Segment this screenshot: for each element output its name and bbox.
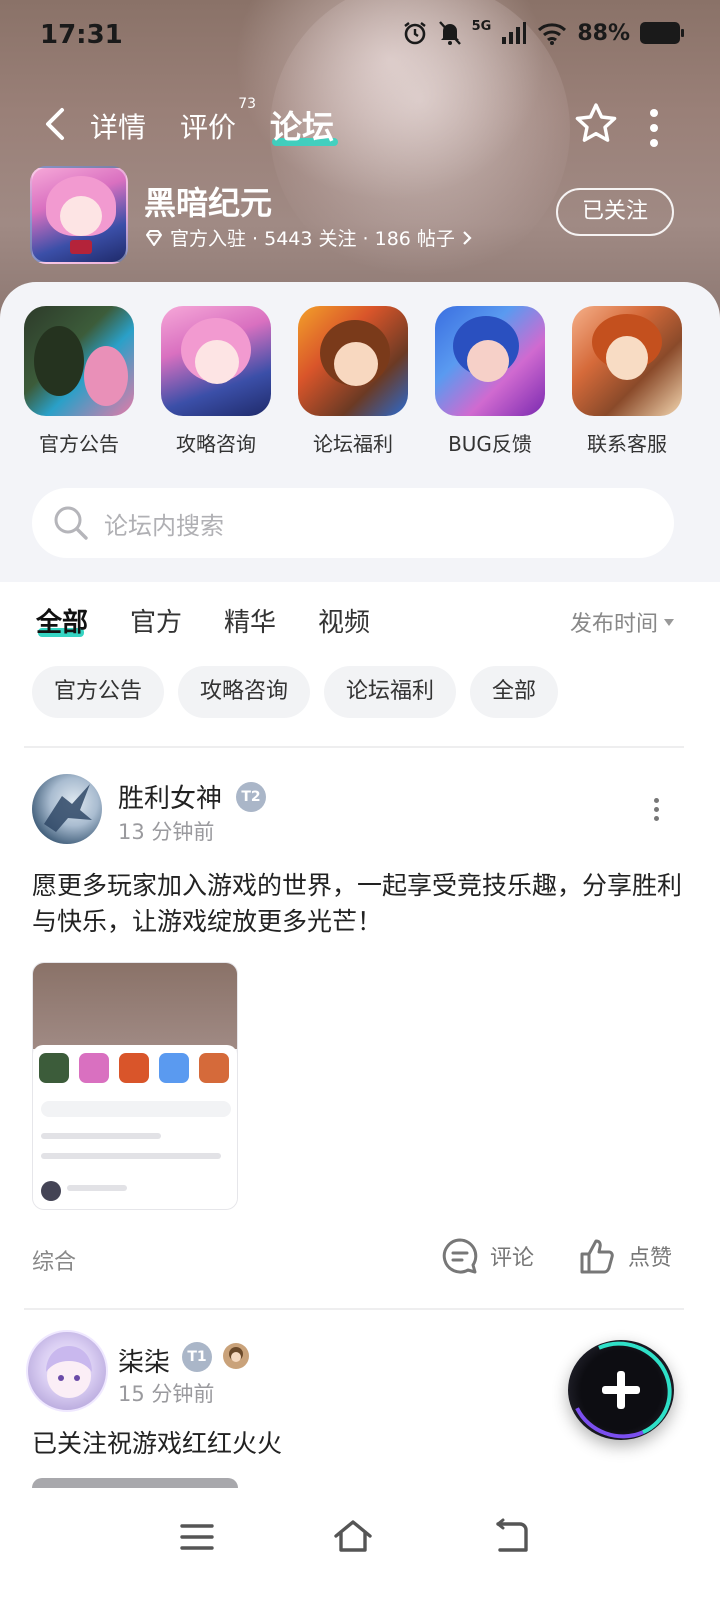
more-options-icon[interactable] — [648, 106, 660, 147]
game-meta-text: 官方入驻 · 5443 关注 · 186 帖子 — [170, 228, 455, 250]
menu-icon[interactable] — [172, 1512, 222, 1562]
post-image-thumbnail[interactable] — [32, 962, 238, 1210]
cell-signal-icon — [502, 22, 527, 44]
filter-tab-video[interactable]: 视频 — [318, 602, 370, 639]
create-post-button[interactable] — [556, 1327, 686, 1453]
forum-shortcut-panel: 官方公告 攻略咨询 论坛福利 BUG反馈 联系客服 论坛内搜索 — [0, 282, 720, 582]
shortcut-label: 论坛福利 — [313, 432, 393, 456]
status-bar: 17:31 5G 88% — [0, 0, 720, 74]
game-icon — [30, 166, 128, 264]
tab-details[interactable]: 详情 — [90, 106, 146, 146]
verified-diamond-icon — [146, 229, 162, 246]
chip-all[interactable]: 全部 — [470, 666, 559, 718]
reviews-count-badge: 73 — [238, 96, 257, 112]
post-category-tag[interactable]: 综合 — [32, 1244, 76, 1276]
user-level-badge: T2 — [236, 782, 266, 812]
filter-tab-all[interactable]: 全部 — [36, 602, 88, 639]
sort-dropdown[interactable]: 发布时间 — [570, 606, 675, 638]
post-time: 13 分钟前 — [118, 820, 215, 844]
shortcut-label: 官方公告 — [39, 432, 119, 456]
shortcut-customer-service[interactable]: 联系客服 — [572, 306, 682, 457]
post-author-avatar[interactable] — [26, 1330, 108, 1412]
shortcut-guides[interactable]: 攻略咨询 — [161, 306, 271, 457]
follow-button[interactable]: 已关注 — [556, 188, 674, 236]
post-author-name[interactable]: 柒柒 — [118, 1342, 170, 1379]
wifi-icon — [538, 23, 567, 45]
comment-icon — [442, 1238, 478, 1274]
like-label: 点赞 — [628, 1246, 673, 1271]
search-input[interactable]: 论坛内搜索 — [104, 506, 224, 541]
shortcut-bug-report[interactable]: BUG反馈 — [435, 306, 545, 457]
back-chevron-icon[interactable] — [36, 104, 76, 144]
status-icons: 5G 88% — [402, 19, 684, 46]
tab-reviews[interactable]: 评价 73 — [180, 96, 256, 146]
post-more-icon[interactable] — [652, 798, 660, 822]
dragon-avatar-art — [44, 784, 92, 832]
game-meta[interactable]: 官方入驻 · 5443 关注 · 186 帖子 — [144, 224, 473, 251]
battery-percent: 88% — [577, 20, 630, 46]
post-filter-tabs: 全部 官方 精华 视频 发布时间 — [0, 598, 720, 648]
post-time: 15 分钟前 — [118, 1382, 215, 1406]
favorite-star-icon[interactable] — [572, 100, 620, 148]
shortcut-label: 攻略咨询 — [176, 432, 256, 456]
comment-label: 评论 — [490, 1246, 535, 1271]
shortcut-guides-image — [161, 306, 271, 416]
achievement-medal-icon — [223, 1343, 249, 1369]
shortcut-bug-report-image — [435, 306, 545, 416]
filter-tab-featured[interactable]: 精华 — [224, 602, 276, 639]
battery-icon — [640, 22, 684, 44]
chip-guides[interactable]: 攻略咨询 — [178, 666, 311, 718]
shortcut-label: BUG反馈 — [448, 432, 532, 456]
comment-button[interactable]: 评论 — [440, 1236, 534, 1276]
game-title: 黑暗纪元 — [144, 184, 273, 222]
chip-announcements[interactable]: 官方公告 — [32, 666, 165, 718]
shortcut-announcements[interactable]: 官方公告 — [24, 306, 134, 457]
tab-forum[interactable]: 论坛 — [270, 102, 334, 148]
shortcut-announcements-image — [24, 306, 134, 416]
tab-reviews-label: 评价 — [180, 111, 237, 144]
filter-tab-official[interactable]: 官方 — [130, 602, 182, 639]
post-author-name[interactable]: 胜利女神 — [118, 778, 222, 815]
network-type: 5G — [471, 19, 492, 34]
game-header-banner: 17:31 5G 88% 详情 评价 73 论坛 黑暗纪元 官方入驻 · 544… — [0, 0, 720, 320]
category-chips: 官方公告 攻略咨询 论坛福利 全部 — [32, 666, 559, 718]
shortcut-benefits-image — [298, 306, 408, 416]
search-icon — [54, 506, 88, 540]
shortcut-customer-service-image — [572, 306, 682, 416]
post-body[interactable]: 愿更多玩家加入游戏的世界，一起享受竞技乐趣，分享胜利与快乐，让游戏绽放更多光芒！ — [32, 868, 682, 940]
mute-bell-icon — [438, 21, 461, 45]
back-icon[interactable] — [486, 1512, 536, 1562]
post-author-avatar[interactable] — [32, 774, 102, 844]
system-navigation-bar — [0, 1490, 720, 1600]
post-image-thumbnail[interactable] — [32, 1478, 238, 1488]
sort-label: 发布时间 — [570, 612, 659, 637]
thumbs-up-icon — [580, 1239, 614, 1274]
chip-benefits[interactable]: 论坛福利 — [324, 666, 457, 718]
top-navigation: 详情 评价 73 论坛 — [0, 92, 720, 156]
chevron-right-icon — [463, 230, 472, 245]
divider — [24, 1308, 684, 1310]
like-button[interactable]: 点赞 — [578, 1236, 672, 1276]
shortcut-label: 联系客服 — [587, 432, 667, 456]
user-level-badge: T1 — [182, 1342, 212, 1372]
post-body[interactable]: 已关注祝游戏红红火火 — [32, 1426, 682, 1462]
shortcut-benefits[interactable]: 论坛福利 — [298, 306, 408, 457]
forum-search-bar[interactable]: 论坛内搜索 — [32, 488, 674, 558]
anime-girl-avatar-art — [46, 1346, 92, 1398]
divider — [24, 746, 684, 748]
caret-down-icon — [664, 618, 675, 626]
home-icon[interactable] — [328, 1512, 378, 1562]
alarm-icon — [403, 22, 426, 45]
status-time: 17:31 — [40, 20, 123, 50]
